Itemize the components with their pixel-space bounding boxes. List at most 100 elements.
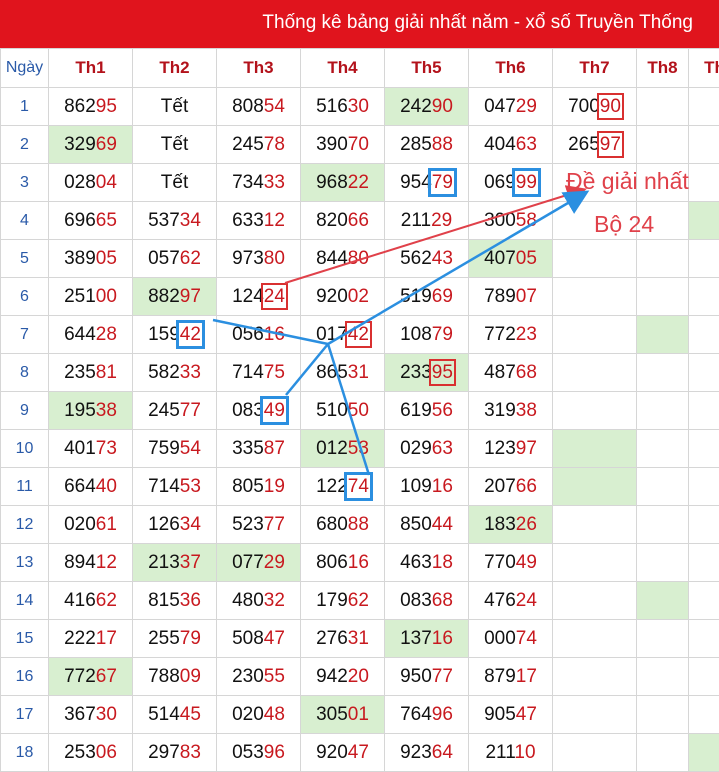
result-cell: 12634 bbox=[133, 506, 217, 544]
result-tail-digits: 79 bbox=[432, 324, 453, 345]
result-cell: 25306 bbox=[49, 734, 133, 772]
day-cell: 2 bbox=[1, 126, 49, 164]
col-header-th2[interactable]: Th2 bbox=[133, 49, 217, 88]
result-head-digits: 562 bbox=[400, 248, 432, 269]
result-cell: 24290 bbox=[385, 88, 469, 126]
result-cell bbox=[553, 392, 637, 430]
result-cell: 30058 bbox=[469, 202, 553, 240]
col-header-th8[interactable]: Th8 bbox=[637, 49, 689, 88]
result-head-digits: 057 bbox=[148, 248, 180, 269]
result-tail-digits: 01 bbox=[348, 704, 369, 725]
result-tail-digits: 38 bbox=[516, 400, 537, 421]
result-cell bbox=[637, 316, 689, 354]
day-cell: 11 bbox=[1, 468, 49, 506]
result-head-digits: 806 bbox=[316, 552, 348, 573]
result-cell: 00074 bbox=[469, 620, 553, 658]
result-head-digits: 179 bbox=[316, 590, 348, 611]
result-head-digits: 159 bbox=[148, 324, 180, 345]
col-header-th5[interactable]: Th5 bbox=[385, 49, 469, 88]
result-cell: 58233 bbox=[133, 354, 217, 392]
result-head-digits: 245 bbox=[232, 134, 264, 155]
result-head-digits: 942 bbox=[316, 666, 348, 687]
result-cell: 68088 bbox=[301, 506, 385, 544]
col-header-th1[interactable]: Th1 bbox=[49, 49, 133, 88]
result-head-digits: Tết bbox=[161, 172, 188, 193]
result-cell: 23581 bbox=[49, 354, 133, 392]
result-cell: 33587 bbox=[217, 430, 301, 468]
result-head-digits: 012 bbox=[316, 438, 348, 459]
result-tail-digits: 79 bbox=[180, 628, 201, 649]
result-head-digits: 000 bbox=[484, 628, 516, 649]
col-header-th7[interactable]: Th7 bbox=[553, 49, 637, 88]
result-head-digits: 122 bbox=[316, 476, 348, 497]
result-cell: 89412 bbox=[49, 544, 133, 582]
result-head-digits: 235 bbox=[64, 362, 96, 383]
result-cell: 22217 bbox=[49, 620, 133, 658]
result-head-digits: 077 bbox=[232, 552, 264, 573]
result-head-digits: 211 bbox=[401, 210, 431, 231]
result-tail-digits: 17 bbox=[516, 666, 537, 687]
result-cell: 27631 bbox=[301, 620, 385, 658]
result-cell: 80854 bbox=[217, 88, 301, 126]
result-tail-digits: 80 bbox=[348, 248, 369, 269]
col-header-th6[interactable]: Th6 bbox=[469, 49, 553, 88]
result-head-digits: 126 bbox=[148, 514, 180, 535]
result-cell: 92364 bbox=[385, 734, 469, 772]
result-tail-digits: 40 bbox=[96, 476, 117, 497]
result-head-digits: 123 bbox=[484, 438, 516, 459]
result-tail-digits: 68 bbox=[432, 590, 453, 611]
table-row: 186295Tết8085451630242900472970090 bbox=[1, 88, 719, 126]
col-header-day[interactable]: Ngày bbox=[1, 49, 49, 88]
result-head-digits: 390 bbox=[316, 134, 348, 155]
col-header-th3[interactable]: Th3 bbox=[217, 49, 301, 88]
col-header-th9[interactable]: Th bbox=[689, 49, 719, 88]
result-head-digits: 487 bbox=[484, 362, 516, 383]
result-cell: 39070 bbox=[301, 126, 385, 164]
result-head-digits: Tết bbox=[161, 96, 188, 117]
result-head-digits: 770 bbox=[484, 552, 516, 573]
result-tail-digits: 97 bbox=[600, 134, 621, 155]
result-tail-digits: 43 bbox=[432, 248, 453, 269]
result-tail-digits: 33 bbox=[180, 362, 201, 383]
result-head-digits: 195 bbox=[64, 400, 96, 421]
result-cell bbox=[637, 468, 689, 506]
result-tail-digits: 29 bbox=[264, 552, 285, 573]
result-cell bbox=[637, 240, 689, 278]
result-cell bbox=[689, 316, 719, 354]
result-tail-digits: 30 bbox=[348, 96, 369, 117]
result-head-digits: 644 bbox=[64, 324, 96, 345]
result-tail-digits: 06 bbox=[96, 742, 117, 763]
result-cell bbox=[689, 88, 719, 126]
result-cell bbox=[689, 468, 719, 506]
col-header-th4[interactable]: Th4 bbox=[301, 49, 385, 88]
result-cell: 08368 bbox=[385, 582, 469, 620]
result-head-digits: 047 bbox=[484, 96, 516, 117]
result-cell: 86295 bbox=[49, 88, 133, 126]
result-cell: 86531 bbox=[301, 354, 385, 392]
result-tail-digits: 66 bbox=[348, 210, 369, 231]
table-row: 232969Tết2457839070285884046326597 bbox=[1, 126, 719, 164]
result-cell: 10879 bbox=[385, 316, 469, 354]
day-cell: 9 bbox=[1, 392, 49, 430]
result-cell: 80519 bbox=[217, 468, 301, 506]
result-cell: 73433 bbox=[217, 164, 301, 202]
table-row: 5389050576297380844805624340705 bbox=[1, 240, 719, 278]
day-cell: 15 bbox=[1, 620, 49, 658]
result-cell: 01742 bbox=[301, 316, 385, 354]
result-head-digits: 619 bbox=[400, 400, 432, 421]
result-tail-digits: 58 bbox=[516, 210, 537, 231]
result-tail-digits: 34 bbox=[180, 210, 201, 231]
result-head-digits: 772 bbox=[484, 324, 516, 345]
result-head-digits: 389 bbox=[64, 248, 96, 269]
result-cell: 06999 bbox=[469, 164, 553, 202]
result-cell: 21110 bbox=[469, 734, 553, 772]
table-row: 18253062978305396920479236421110 bbox=[1, 734, 719, 772]
result-tail-digits: 69 bbox=[432, 286, 453, 307]
result-head-digits: 476 bbox=[484, 590, 516, 611]
table-row: 15222172557950847276311371600074 bbox=[1, 620, 719, 658]
result-cell: 51969 bbox=[385, 278, 469, 316]
result-head-digits: 764 bbox=[400, 704, 432, 725]
result-head-digits: 108 bbox=[400, 324, 432, 345]
day-cell: 1 bbox=[1, 88, 49, 126]
result-head-digits: 335 bbox=[232, 438, 264, 459]
